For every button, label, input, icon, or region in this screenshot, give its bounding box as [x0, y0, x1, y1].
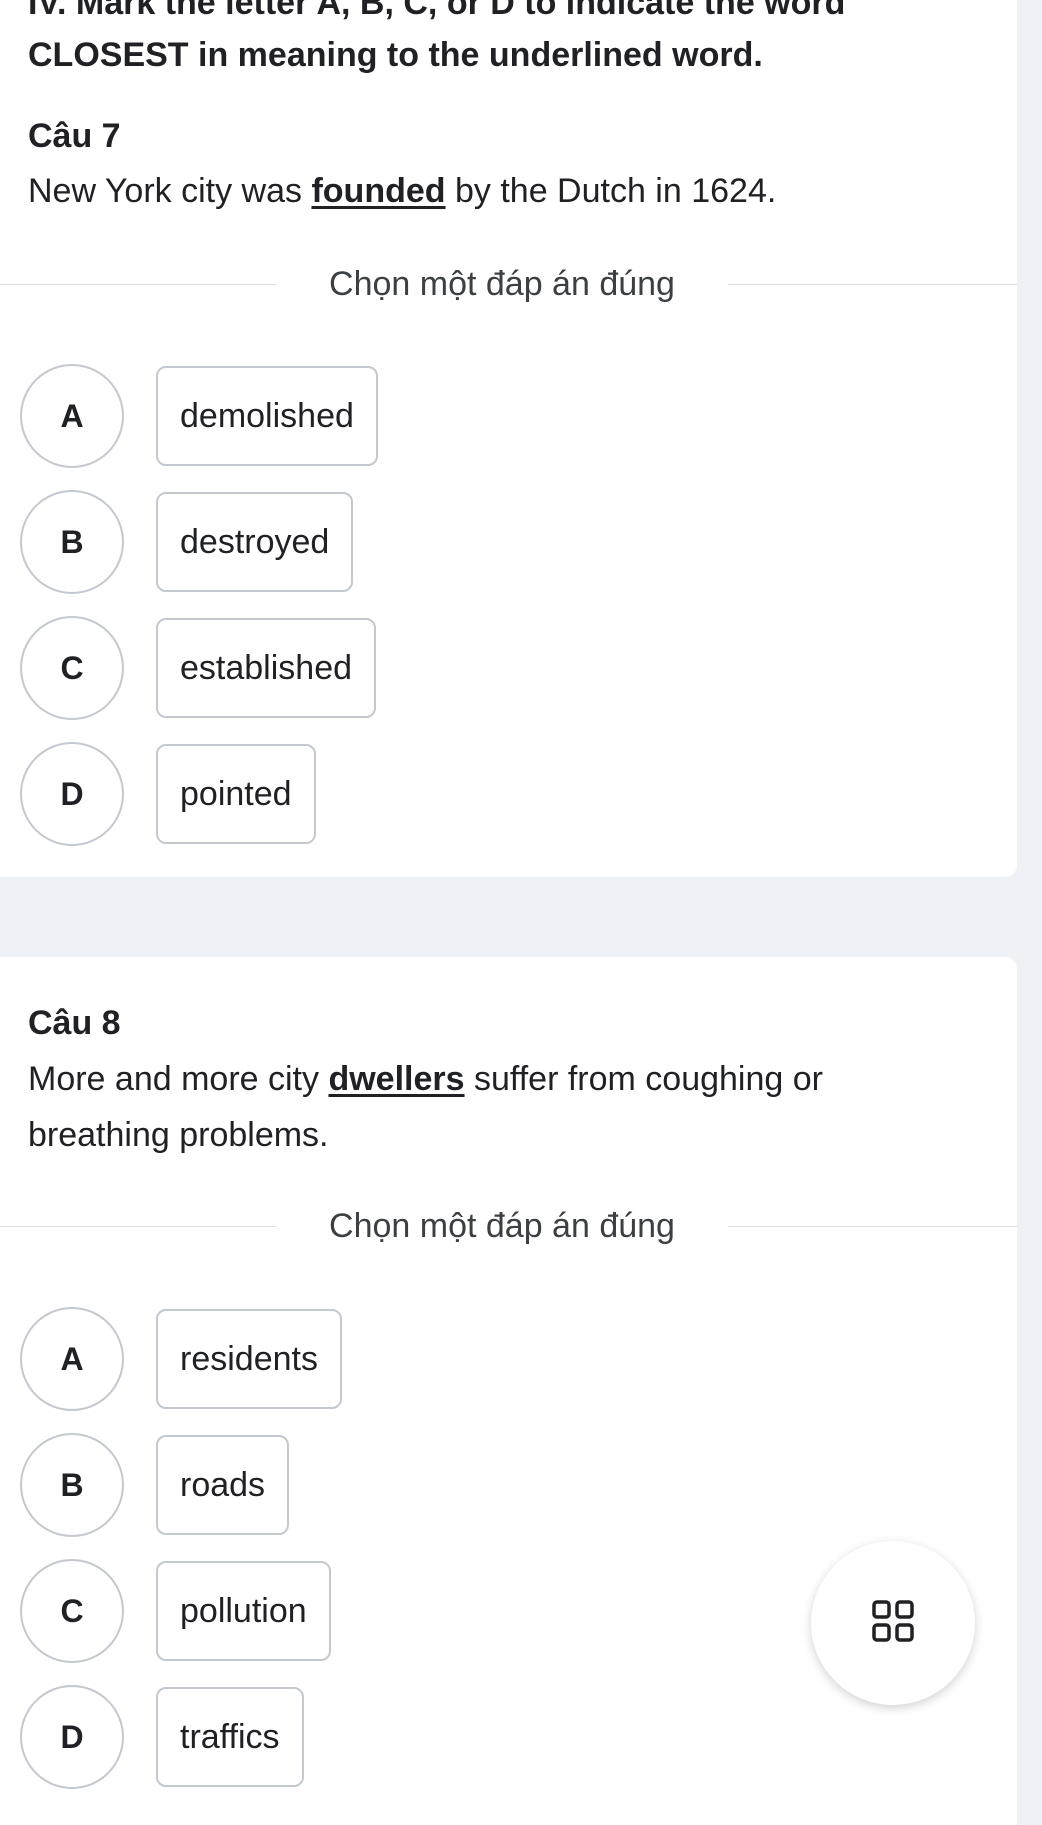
option-answer[interactable]: roads	[156, 1435, 290, 1535]
grid-icon	[871, 1599, 915, 1648]
option-d[interactable]: D pointed	[20, 742, 720, 846]
underlined-word: dwellers	[328, 1060, 465, 1098]
option-letter[interactable]: C	[20, 616, 124, 720]
question-title: Câu 7	[28, 117, 121, 155]
option-c[interactable]: C pollution	[20, 1559, 720, 1663]
question-title: Câu 8	[28, 1004, 121, 1042]
option-a[interactable]: A residents	[20, 1307, 720, 1411]
underlined-word: founded	[311, 172, 446, 210]
question-text: New York city was founded by the Dutch i…	[28, 163, 968, 219]
option-letter[interactable]: A	[20, 364, 124, 468]
divider-line-right	[728, 1226, 1017, 1227]
question-text-after: by the Dutch in 1624.	[445, 172, 777, 210]
page-edge	[1017, 0, 1042, 1825]
option-answer[interactable]: destroyed	[156, 492, 354, 592]
question-grid-button[interactable]	[811, 1541, 975, 1705]
question-card-7: IV. Mark the letter A, B, C, or D to ind…	[0, 0, 1017, 877]
instruction-line-2: CLOSEST in meaning to the underlined wor…	[28, 36, 763, 74]
answer-prompt: Chọn một đáp án đúng	[329, 265, 675, 303]
option-answer[interactable]: traffics	[156, 1687, 304, 1787]
divider-line-left	[0, 1226, 276, 1227]
option-answer[interactable]: pointed	[156, 744, 316, 844]
option-letter[interactable]: D	[20, 742, 124, 846]
divider-line-left	[0, 284, 276, 285]
question-text-before: New York city was	[28, 172, 312, 210]
instruction-line-1: IV. Mark the letter A, B, C, or D to ind…	[28, 0, 846, 22]
option-d[interactable]: D traffics	[20, 1685, 720, 1789]
option-letter[interactable]: C	[20, 1559, 124, 1663]
question-text: More and more city dwellers suffer from …	[28, 1051, 968, 1163]
answer-prompt: Chọn một đáp án đúng	[329, 1207, 675, 1245]
answer-prompt-divider: Chọn một đáp án đúng	[0, 264, 1017, 304]
question-text-before: More and more city	[28, 1060, 329, 1098]
option-b[interactable]: B destroyed	[20, 490, 720, 594]
option-letter[interactable]: B	[20, 1433, 124, 1537]
option-letter[interactable]: B	[20, 490, 124, 594]
option-a[interactable]: A demolished	[20, 364, 720, 468]
option-letter[interactable]: A	[20, 1307, 124, 1411]
option-b[interactable]: B roads	[20, 1433, 720, 1537]
option-letter[interactable]: D	[20, 1685, 124, 1789]
option-answer[interactable]: established	[156, 618, 377, 718]
option-answer[interactable]: residents	[156, 1309, 342, 1409]
option-c[interactable]: C established	[20, 616, 720, 720]
option-answer[interactable]: demolished	[156, 366, 378, 466]
answer-prompt-divider: Chọn một đáp án đúng	[0, 1206, 1017, 1246]
option-answer[interactable]: pollution	[156, 1561, 331, 1661]
divider-line-right	[728, 284, 1017, 285]
